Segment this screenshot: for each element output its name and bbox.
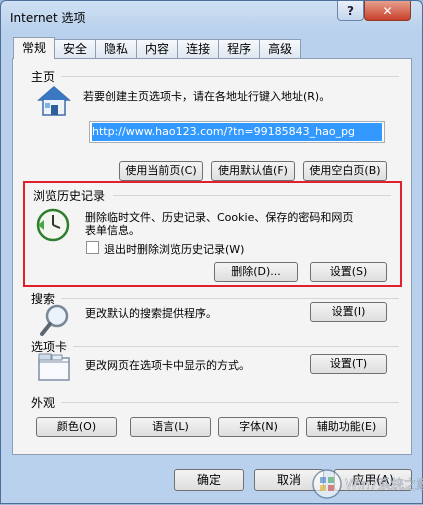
window-title: Internet 选项: [10, 11, 86, 25]
home-separator: [61, 76, 399, 77]
home-description: 若要创建主页选项卡，请在各地址行键入地址(R)。: [83, 90, 331, 103]
tab-privacy[interactable]: 隐私: [95, 39, 138, 59]
tab-content[interactable]: 内容: [136, 39, 179, 59]
history-description-line2: 表单信息。: [85, 224, 140, 237]
history-separator: [113, 195, 391, 196]
use-current-button[interactable]: 使用当前页(C): [119, 161, 203, 181]
tab-programs[interactable]: 程序: [218, 39, 261, 59]
tabs-description: 更改网页在选项卡中显示的方式。: [85, 359, 250, 372]
close-button[interactable]: ✕: [364, 1, 411, 21]
home-section-title: 主页: [31, 70, 56, 84]
ok-button[interactable]: 确定: [174, 469, 244, 491]
watermark-logo: Win7系统之家: [312, 469, 423, 499]
home-url-text[interactable]: http://www.hao123.com/?tn=99185843_hao_p…: [92, 123, 382, 141]
use-blank-button[interactable]: 使用空白页(B): [303, 161, 387, 181]
search-settings-button[interactable]: 设置(I): [310, 302, 387, 322]
tabbed-window-icon: [38, 353, 70, 381]
appearance-separator: [61, 402, 399, 403]
internet-options-dialog: Internet 选项 ? ✕ 常规 安全 隐私 内容 连接 程序 高级 主页 …: [0, 0, 423, 504]
appearance-section-title: 外观: [31, 396, 56, 410]
accessibility-button[interactable]: 辅助功能(E): [306, 417, 387, 437]
tab-strip: 常规 安全 隐私 内容 连接 程序 高级: [13, 37, 302, 59]
home-url-field[interactable]: http://www.hao123.com/?tn=99185843_hao_p…: [89, 121, 385, 143]
tab-advanced[interactable]: 高级: [259, 39, 302, 59]
history-settings-button[interactable]: 设置(S): [310, 262, 387, 282]
history-clock-icon: [36, 208, 70, 242]
delete-history-button[interactable]: 删除(D)...: [214, 262, 298, 282]
close-icon: ✕: [382, 3, 393, 18]
tabs-separator: [73, 346, 399, 347]
general-tab-panel: 主页 若要创建主页选项卡，请在各地址行键入地址(R)。 http://www.h…: [12, 58, 412, 455]
tab-general[interactable]: 常规: [13, 37, 56, 59]
delete-on-exit-label[interactable]: 退出时删除浏览历史记录(W): [104, 241, 244, 257]
title-bar[interactable]: Internet 选项 ? ✕: [1, 1, 422, 31]
question-icon: ?: [347, 3, 354, 18]
search-description: 更改默认的搜索提供程序。: [85, 307, 217, 320]
tab-security[interactable]: 安全: [54, 39, 97, 59]
magnifier-icon: [40, 304, 69, 336]
house-icon: [37, 86, 71, 116]
tabs-settings-button[interactable]: 设置(T): [310, 354, 387, 374]
help-button[interactable]: ?: [337, 1, 364, 21]
tab-connections[interactable]: 连接: [177, 39, 220, 59]
fonts-button[interactable]: 字体(N): [218, 417, 299, 437]
search-separator: [61, 298, 399, 299]
delete-on-exit-checkbox[interactable]: [86, 241, 99, 254]
history-section-title: 浏览历史记录: [33, 189, 106, 203]
svg-text:Win7系统之家: Win7系统之家: [345, 477, 423, 493]
languages-button[interactable]: 语言(L): [130, 417, 211, 437]
use-default-button[interactable]: 使用默认值(F): [211, 161, 295, 181]
colors-button[interactable]: 颜色(O): [36, 417, 117, 437]
